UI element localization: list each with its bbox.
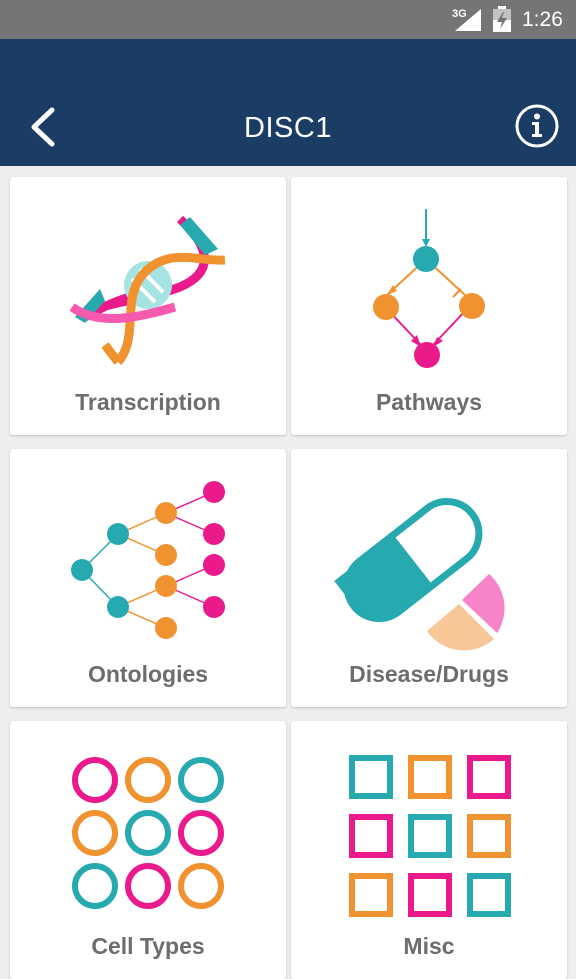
tile-label: Disease/Drugs — [349, 661, 509, 687]
tile-label: Ontologies — [87, 661, 209, 687]
app-bar: DISC1 — [0, 39, 576, 166]
tile-disease-drugs[interactable]: Disease/Drugs — [291, 449, 567, 707]
battery-icon — [493, 6, 511, 32]
tile-cell-types[interactable]: Cell Types — [10, 721, 286, 979]
status-time: 1:26 — [522, 8, 563, 31]
signal-icon — [455, 9, 481, 31]
tile-pathways[interactable]: Pathways — [291, 177, 567, 435]
tile-label: Pathways — [375, 389, 483, 415]
tile-label: Misc — [403, 933, 455, 959]
tile-label: Transcription — [75, 389, 221, 415]
tile-misc[interactable]: Misc — [291, 721, 567, 979]
tile-label: Cell Types — [91, 933, 205, 959]
category-grid: Transcription Pathways Ontologies Diseas… — [0, 166, 576, 979]
status-bar: 3G 1:26 — [0, 0, 576, 39]
tile-transcription[interactable]: Transcription — [10, 177, 286, 435]
info-icon[interactable] — [514, 103, 560, 149]
page-title: DISC1 — [244, 112, 332, 144]
tile-ontologies[interactable]: Ontologies — [10, 449, 286, 707]
